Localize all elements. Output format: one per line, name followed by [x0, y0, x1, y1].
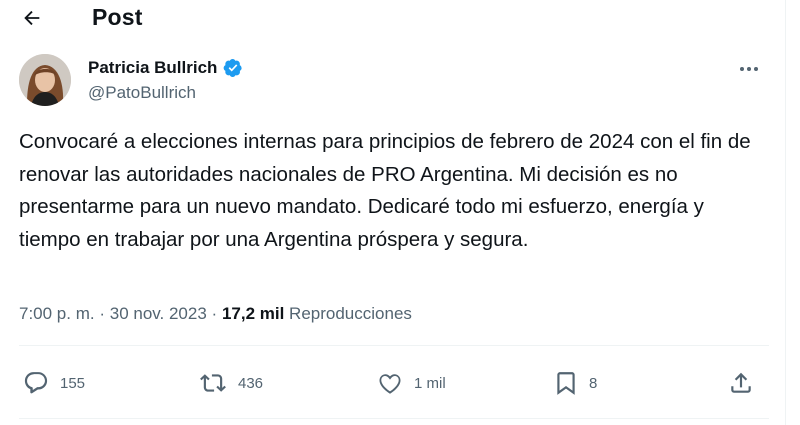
author-name[interactable]: Patricia Bullrich	[88, 58, 243, 78]
bookmark-count: 8	[589, 374, 598, 392]
profile-photo	[19, 54, 71, 106]
page-title: Post	[92, 4, 143, 30]
post-header: Post	[0, 0, 785, 36]
repost-count: 436	[238, 374, 264, 392]
back-button[interactable]	[14, 2, 50, 34]
verified-badge-icon	[223, 58, 243, 78]
more-options-button[interactable]	[732, 56, 766, 82]
arrow-left-icon	[24, 10, 40, 26]
divider	[19, 418, 769, 419]
meta-separator: ·	[211, 304, 218, 323]
bookmark-icon	[557, 372, 575, 395]
heart-icon	[379, 374, 401, 394]
share-button[interactable]	[728, 368, 754, 398]
post-text: Convocaré a elecciones internas para pri…	[19, 130, 751, 251]
repost-arrows-icon	[200, 374, 226, 392]
repost-button[interactable]: 436	[198, 368, 263, 398]
like-count: 1 mil	[414, 374, 446, 392]
speech-bubble-icon	[24, 372, 48, 394]
post-time[interactable]: 7:00 p. m.	[19, 304, 95, 323]
column-border	[785, 0, 786, 425]
post-date[interactable]: 30 nov. 2023	[110, 304, 207, 323]
like-button[interactable]: 1 mil	[376, 368, 446, 398]
views-count: 17,2 mil	[221, 304, 285, 323]
meta-separator: ·	[99, 304, 106, 323]
divider	[19, 345, 769, 346]
avatar[interactable]	[19, 54, 71, 106]
share-upload-icon	[731, 372, 751, 393]
post-metadata: 7:00 p. m. · 30 nov. 2023 · 17,2 mil Rep…	[19, 304, 412, 324]
author-name-text: Patricia Bullrich	[88, 58, 218, 77]
author-handle[interactable]: @PatoBullrich	[88, 83, 196, 103]
reply-button[interactable]: 155	[22, 368, 85, 398]
bookmark-button[interactable]: 8	[553, 368, 597, 398]
views-label: Reproducciones	[289, 304, 412, 323]
post-page: Post Patricia Bullrich @PatoBullrich Con…	[0, 0, 785, 425]
reply-count: 155	[60, 374, 86, 392]
more-horizontal-icon	[740, 67, 758, 71]
